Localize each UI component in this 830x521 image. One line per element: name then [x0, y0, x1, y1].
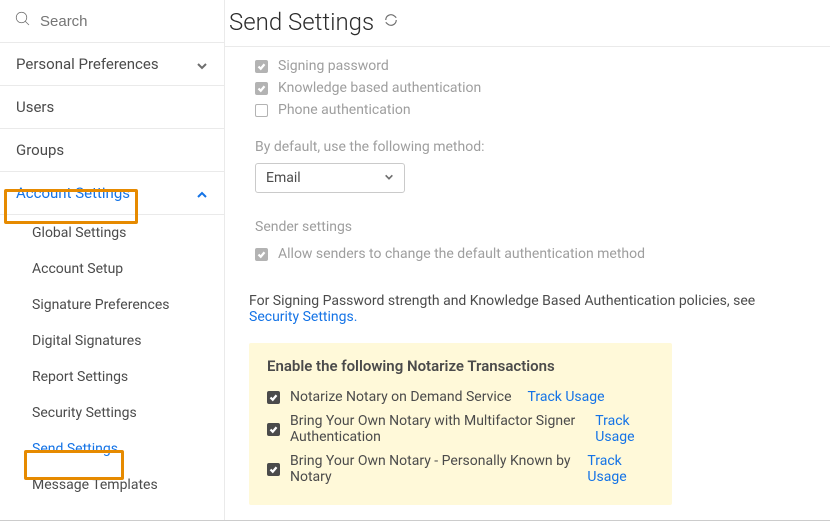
notarize-label: Bring Your Own Notary - Personally Known… [290, 453, 571, 485]
track-usage-link[interactable]: Track Usage [587, 453, 654, 485]
default-method-label: By default, use the following method: [255, 139, 802, 155]
default-method-select[interactable]: Email [255, 163, 405, 193]
notarize-row-byon-pk: Bring Your Own Notary - Personally Known… [267, 449, 654, 489]
subnav-digital-signatures[interactable]: Digital Signatures [0, 323, 224, 359]
subnav-report-settings[interactable]: Report Settings [0, 359, 224, 395]
checkbox-checked-icon[interactable] [267, 391, 280, 404]
checkbox-checked-icon[interactable] [267, 423, 280, 436]
main: Send Settings Signing password Knowledge… [225, 0, 830, 520]
refresh-icon[interactable] [384, 13, 398, 31]
sender-settings-label: Sender settings [255, 219, 802, 235]
subnav-security-settings[interactable]: Security Settings [0, 395, 224, 431]
select-value: Email [266, 170, 301, 186]
subnav-account-setup[interactable]: Account Setup [0, 251, 224, 287]
chevron-up-icon [196, 187, 208, 199]
subnav-message-templates[interactable]: Message Templates [0, 467, 224, 503]
search-icon [14, 10, 32, 32]
nav-label: Users [16, 98, 54, 116]
notarize-title: Enable the following Notarize Transactio… [267, 357, 654, 375]
track-usage-link[interactable]: Track Usage [528, 389, 605, 405]
search-row[interactable] [0, 0, 224, 43]
auth-label: Knowledge based authentication [278, 80, 481, 96]
auth-label: Signing password [278, 58, 389, 74]
auth-kba-row: Knowledge based authentication [255, 77, 802, 99]
track-usage-link[interactable]: Track Usage [595, 413, 654, 445]
sidebar: Personal Preferences Users Groups Accoun… [0, 0, 225, 520]
checkbox-checked-icon[interactable] [255, 60, 268, 73]
chevron-down-icon [196, 58, 208, 70]
sidebar-item-users[interactable]: Users [0, 86, 224, 129]
checkbox-checked-icon[interactable] [267, 463, 280, 476]
page-title-row: Send Settings [225, 8, 830, 47]
security-settings-link[interactable]: Security Settings. [249, 309, 357, 325]
subnav-signature-preferences[interactable]: Signature Preferences [0, 287, 224, 323]
chevron-down-icon [384, 170, 394, 186]
search-input[interactable] [40, 13, 210, 30]
nav-label: Account Settings [16, 184, 130, 202]
nav-label: Personal Preferences [16, 55, 159, 73]
auth-phone-row: Phone authentication [255, 99, 802, 121]
checkbox-empty-icon[interactable] [255, 104, 268, 117]
policy-prefix: For Signing Password strength and Knowle… [249, 293, 755, 309]
nav-label: Groups [16, 141, 64, 159]
notarize-panel: Enable the following Notarize Transactio… [249, 343, 672, 505]
subnav-global-settings[interactable]: Global Settings [0, 215, 224, 251]
notarize-label: Bring Your Own Notary with Multifactor S… [290, 413, 579, 445]
notarize-row-on-demand: Notarize Notary on Demand Service Track … [267, 385, 654, 409]
policy-text: For Signing Password strength and Knowle… [249, 293, 802, 325]
sender-allow-label: Allow senders to change the default auth… [278, 246, 645, 262]
subnav: Global Settings Account Setup Signature … [0, 215, 224, 503]
auth-label: Phone authentication [278, 102, 411, 118]
sidebar-item-groups[interactable]: Groups [0, 129, 224, 172]
content: Signing password Knowledge based authent… [225, 55, 830, 520]
notarize-row-byon-mfa: Bring Your Own Notary with Multifactor S… [267, 409, 654, 449]
checkbox-checked-icon[interactable] [255, 248, 268, 261]
sidebar-item-account-settings[interactable]: Account Settings [0, 172, 224, 215]
auth-signing-password-row: Signing password [255, 55, 802, 77]
checkbox-checked-icon[interactable] [255, 82, 268, 95]
notarize-label: Notarize Notary on Demand Service [290, 389, 512, 405]
subnav-send-settings[interactable]: Send Settings [0, 431, 224, 467]
sender-allow-row: Allow senders to change the default auth… [255, 243, 802, 265]
sidebar-item-personal-preferences[interactable]: Personal Preferences [0, 43, 224, 86]
page-title: Send Settings [229, 8, 374, 36]
